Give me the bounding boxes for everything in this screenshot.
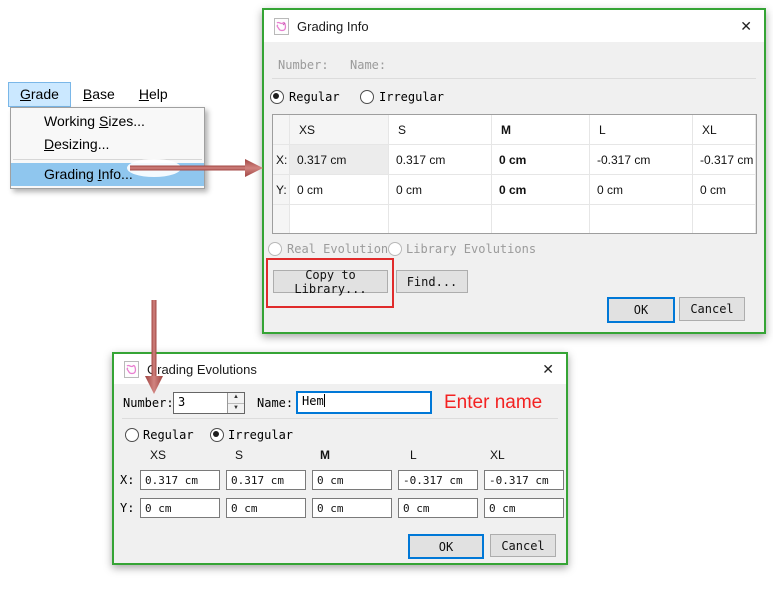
row-label-x: X: [273,145,290,175]
row-label-y: Y: [273,175,290,205]
cell-y-xs[interactable]: 0 cm [290,175,389,205]
cell-x-l[interactable]: -0.317 cm [590,145,693,175]
cell-x-xs[interactable]: 0.317 cm [290,145,389,175]
x-row: X: [120,470,570,490]
col-header-m[interactable]: M [492,115,590,145]
menu-base[interactable]: Base [71,82,127,107]
library-evolutions-radio[interactable] [388,242,402,256]
dialog-title: Grading Info [297,19,369,34]
col-header-s[interactable]: S [389,115,492,145]
number-spinner[interactable]: 3 ▲ ▼ [173,392,245,414]
name-input[interactable]: Hem [296,391,432,414]
spin-up-icon[interactable]: ▲ [228,393,244,404]
close-icon[interactable]: ✕ [740,18,752,35]
irregular-radio[interactable] [210,428,224,442]
x-xs-input[interactable] [140,470,220,490]
text-caret [324,394,325,407]
cancel-button[interactable]: Cancel [679,297,745,321]
cell-x-s[interactable]: 0.317 cm [389,145,492,175]
menu-help[interactable]: Help [127,82,180,107]
app-icon [124,361,139,378]
real-evolutions-radio[interactable] [268,242,282,256]
spin-down-icon[interactable]: ▼ [228,404,244,414]
row-label-y: Y: [120,501,140,515]
row-label-x: X: [120,473,140,487]
name-label: Name: [350,58,386,72]
cell-y-s[interactable]: 0 cm [389,175,492,205]
spinner-buttons: ▲ ▼ [227,393,244,413]
header-xl: XL [490,448,505,462]
irregular-radio[interactable] [360,90,374,104]
name-label: Name: [257,396,293,410]
col-header-l[interactable]: L [590,115,693,145]
col-header-xs[interactable]: XS [290,115,389,145]
menu-item-desizing[interactable]: Desizing... [11,133,204,156]
real-evolutions-label: Real Evolutions [287,242,395,256]
regular-radio[interactable] [270,90,284,104]
number-label: Number: [278,58,329,72]
menu-grade[interactable]: Grade [8,82,71,107]
copy-to-library-highlight-box [266,258,394,308]
y-xs-input[interactable] [140,498,220,518]
ok-button[interactable]: OK [607,297,675,323]
x-xl-input[interactable] [484,470,564,490]
copy-to-evolutions-arrow [138,300,172,398]
regular-radio-label: Regular [289,90,340,104]
grading-table: XS S M L XL X: 0.317 cm 0.317 cm 0 cm -0… [272,114,757,234]
cell-y-xl[interactable]: 0 cm [693,175,756,205]
x-s-input[interactable] [226,470,306,490]
app-icon [274,18,289,35]
number-value: 3 [174,393,227,413]
y-m-input[interactable] [312,498,392,518]
menu-bar: Grade Base Help [8,82,180,107]
y-xl-input[interactable] [484,498,564,518]
header-l: L [410,448,417,462]
cell-y-m[interactable]: 0 cm [492,175,590,205]
menu-item-working-sizes[interactable]: Working Sizes... [11,110,204,133]
find-button[interactable]: Find... [396,270,468,293]
cancel-button[interactable]: Cancel [490,534,556,557]
col-header-xl[interactable]: XL [693,115,756,145]
irregular-radio-label: Irregular [379,90,444,104]
grading-evolutions-titlebar: Grading Evolutions ✕ [114,354,566,384]
header-s: S [235,448,243,462]
grading-info-titlebar: Grading Info ✕ [264,10,764,42]
y-row: Y: [120,498,570,518]
enter-name-annotation: Enter name [444,392,542,414]
irregular-radio-label: Irregular [228,428,293,442]
header-xs: XS [150,448,166,462]
cell-x-m[interactable]: 0 cm [492,145,590,175]
y-s-input[interactable] [226,498,306,518]
y-l-input[interactable] [398,498,478,518]
menu-to-dialog-arrow [124,156,266,180]
grading-evolutions-dialog: Grading Evolutions ✕ Number: 3 ▲ ▼ Name:… [112,352,568,565]
library-evolutions-label: Library Evolutions [406,242,536,256]
regular-radio[interactable] [125,428,139,442]
separator [272,78,756,79]
cell-y-l[interactable]: 0 cm [590,175,693,205]
number-label: Number: [123,396,174,410]
header-m: M [320,448,330,462]
x-m-input[interactable] [312,470,392,490]
corner-cell [273,115,290,145]
cell-x-xl[interactable]: -0.317 cm [693,145,756,175]
regular-radio-label: Regular [143,428,194,442]
x-l-input[interactable] [398,470,478,490]
close-icon[interactable]: ✕ [542,361,554,378]
ok-button[interactable]: OK [408,534,484,559]
separator [122,418,558,419]
